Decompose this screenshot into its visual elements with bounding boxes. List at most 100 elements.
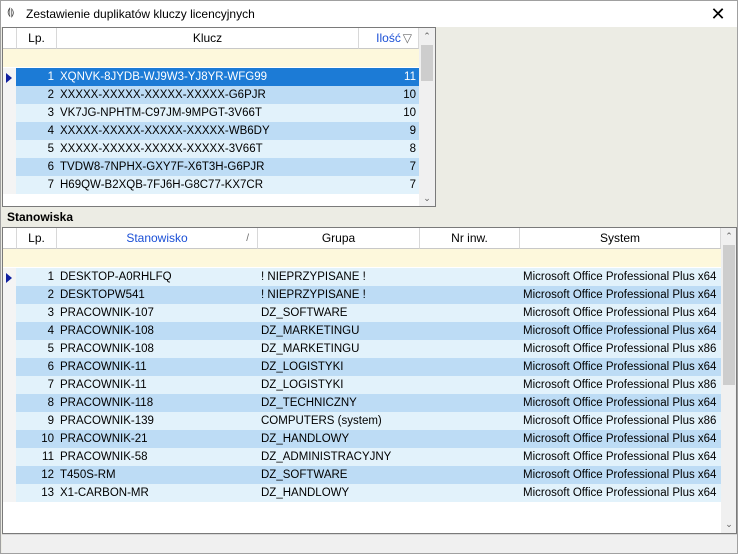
cell-stanowisko: PRACOWNIK-118 — [60, 397, 154, 409]
column-header-lp[interactable]: Lp. — [17, 228, 57, 249]
row-indicator[interactable] — [3, 394, 16, 412]
table-row[interactable]: 1 XQNVK-8JYDB-WJ9W3-YJ8YR-WFG99 11 — [3, 68, 419, 86]
cell-nr-inw — [420, 376, 520, 394]
cell-nr-inw — [420, 466, 520, 484]
table-row[interactable]: 9 PRACOWNIK-139 COMPUTERS (system) Microsof… — [3, 412, 721, 430]
column-header-klucz[interactable]: Klucz — [57, 28, 359, 49]
cell-stanowisko: PRACOWNIK-108 — [60, 343, 154, 355]
cell-lp: 4 — [47, 125, 54, 137]
scroll-thumb[interactable] — [421, 45, 433, 81]
cell-lp: 5 — [47, 343, 54, 355]
table-row[interactable]: 4 PRACOWNIK-108 DZ_MARKETINGU Microsoft Off… — [3, 322, 721, 340]
column-header-ilosc[interactable]: Ilość ▽ — [359, 28, 419, 49]
cell-nr-inw — [420, 394, 520, 412]
cell-grupa: ! NIEPRZYPISANE ! — [261, 271, 366, 283]
column-header-system[interactable]: System — [520, 228, 721, 249]
cell-stanowisko: PRACOWNIK-108 — [60, 325, 154, 337]
table-row[interactable]: 1 DESKTOP-A0RHLFQ ! NIEPRZYPISANE ! Microso… — [3, 268, 721, 286]
table-row[interactable]: 4 XXXXX-XXXXX-XXXXX-XXXXX-WB6DY 9 — [3, 122, 419, 140]
cell-lp: 3 — [47, 307, 54, 319]
column-header-grupa[interactable]: Grupa — [258, 228, 420, 249]
cell-system: Microsoft Office Professional Plus x86 — [523, 343, 717, 355]
table-row[interactable]: 11 PRACOWNIK-58 DZ_ADMINISTRACYJNY Microsof… — [3, 448, 721, 466]
row-indicator[interactable] — [3, 122, 16, 140]
status-bar — [2, 534, 737, 553]
table-row[interactable]: 3 VK7JG-NPHTM-C97JM-9MPGT-3V66T 10 — [3, 104, 419, 122]
filter-row[interactable] — [3, 49, 419, 67]
scroll-up-icon[interactable]: ⌃ — [721, 228, 736, 244]
cell-lp: 11 — [42, 451, 54, 463]
cell-grupa: DZ_SOFTWARE — [261, 307, 348, 319]
row-indicator[interactable] — [3, 322, 16, 340]
cell-klucz: XXXXX-XXXXX-XXXXX-XXXXX-3V66T — [60, 143, 263, 155]
cell-system: Microsoft Office Professional Plus x86 — [523, 415, 717, 427]
table-row[interactable]: 5 XXXXX-XXXXX-XXXXX-XXXXX-3V66T 8 — [3, 140, 419, 158]
scroll-up-icon[interactable]: ⌃ — [419, 28, 435, 44]
column-header-stanowisko[interactable]: Stanowisko / — [57, 228, 258, 249]
cell-grupa: DZ_ADMINISTRACYJNY — [261, 451, 392, 463]
scroll-down-icon[interactable]: ⌄ — [721, 516, 736, 532]
cell-nr-inw — [420, 412, 520, 430]
table-row[interactable]: 6 PRACOWNIK-11 DZ_LOGISTYKI Microsoft Offic… — [3, 358, 721, 376]
cell-grupa: DZ_LOGISTYKI — [261, 379, 344, 391]
row-indicator[interactable] — [3, 430, 16, 448]
cell-ilosc: 8 — [409, 143, 416, 155]
row-indicator[interactable] — [3, 104, 16, 122]
filter-row[interactable] — [3, 249, 721, 267]
cell-stanowisko: PRACOWNIK-58 — [60, 451, 148, 463]
cell-lp: 9 — [47, 415, 54, 427]
table-row[interactable]: 7 H69QW-B2XQB-7FJ6H-G8C77-KX7CR 7 — [3, 176, 419, 194]
table-row[interactable]: 7 PRACOWNIK-11 DZ_LOGISTYKI Microsoft Offic… — [3, 376, 721, 394]
cell-klucz: XQNVK-8JYDB-WJ9W3-YJ8YR-WFG99 — [60, 71, 268, 83]
cell-klucz: TVDW8-7NPHX-GXY7F-X6T3H-G6PJR — [60, 161, 265, 173]
table-row[interactable]: 8 PRACOWNIK-118 DZ_TECHNICZNY Microsoft Off… — [3, 394, 721, 412]
cell-ilosc: 11 — [404, 71, 416, 83]
column-header-lp[interactable]: Lp. — [17, 28, 57, 49]
table-row[interactable]: 2 XXXXX-XXXXX-XXXXX-XXXXX-G6PJR 10 — [3, 86, 419, 104]
license-keys-grid[interactable]: Lp. Klucz Ilość ▽ 1 XQNVK-8JYDB-WJ9W3-YJ8… — [2, 27, 436, 207]
scroll-thumb[interactable] — [723, 245, 735, 385]
row-indicator[interactable] — [3, 412, 16, 430]
cell-stanowisko: PRACOWNIK-107 — [60, 307, 154, 319]
row-indicator[interactable] — [3, 286, 16, 304]
close-button[interactable]: ✕ — [705, 2, 731, 26]
row-indicator[interactable] — [3, 484, 16, 502]
cell-lp: 4 — [47, 325, 54, 337]
cell-grupa: COMPUTERS (system) — [261, 415, 382, 427]
stations-vertical-scrollbar[interactable]: ⌃ ⌄ — [721, 228, 736, 533]
cell-system: Microsoft Office Professional Plus x64 — [523, 289, 717, 301]
cell-grupa: DZ_HANDLOWY — [261, 487, 350, 499]
cell-grupa: DZ_MARKETINGU — [261, 325, 360, 337]
column-header-nr-inw[interactable]: Nr inw. — [420, 228, 520, 249]
row-indicator[interactable] — [3, 268, 16, 286]
row-indicator[interactable] — [3, 176, 16, 194]
row-indicator[interactable] — [3, 86, 16, 104]
table-row[interactable]: 2 DESKTOPW541 ! NIEPRZYPISANE ! Microsoft O… — [3, 286, 721, 304]
table-row[interactable]: 3 PRACOWNIK-107 DZ_SOFTWARE Microsoft Offic… — [3, 304, 721, 322]
row-indicator[interactable] — [3, 158, 16, 176]
cell-nr-inw — [420, 358, 520, 376]
row-indicator[interactable] — [3, 358, 16, 376]
stations-grid[interactable]: Lp. Stanowisko / Grupa Nr inw. System 1D… — [2, 227, 737, 534]
cell-stanowisko: PRACOWNIK-11 — [60, 361, 147, 373]
cell-lp: 12 — [41, 469, 54, 481]
row-indicator[interactable] — [3, 448, 16, 466]
row-indicator[interactable] — [3, 466, 16, 484]
table-row[interactable]: 13 X1-CARBON-MR DZ_HANDLOWY Microsoft Offic… — [3, 484, 721, 502]
row-indicator[interactable] — [3, 68, 16, 86]
cell-nr-inw — [420, 340, 520, 358]
ilosc-header-label: Ilość — [376, 31, 401, 45]
row-indicator[interactable] — [3, 304, 16, 322]
table-row[interactable]: 12 T450S-RM DZ_SOFTWARE Microsoft Office Pr… — [3, 466, 721, 484]
table-row[interactable]: 10 PRACOWNIK-21 DZ_HANDLOWY Microsoft Offic… — [3, 430, 721, 448]
table-row[interactable]: 6 TVDW8-7NPHX-GXY7F-X6T3H-G6PJR 7 — [3, 158, 419, 176]
row-indicator[interactable] — [3, 340, 16, 358]
row-indicator[interactable] — [3, 140, 16, 158]
duplicates-window: ⟬⟭ Zestawienie duplikatów kluczy licency… — [0, 0, 738, 554]
scroll-down-icon[interactable]: ⌄ — [419, 190, 435, 206]
keys-vertical-scrollbar[interactable]: ⌃ ⌄ — [419, 28, 435, 206]
row-indicator[interactable] — [3, 376, 16, 394]
cell-lp: 6 — [47, 161, 54, 173]
cell-lp: 6 — [47, 361, 54, 373]
table-row[interactable]: 5 PRACOWNIK-108 DZ_MARKETINGU Microsoft Off… — [3, 340, 721, 358]
